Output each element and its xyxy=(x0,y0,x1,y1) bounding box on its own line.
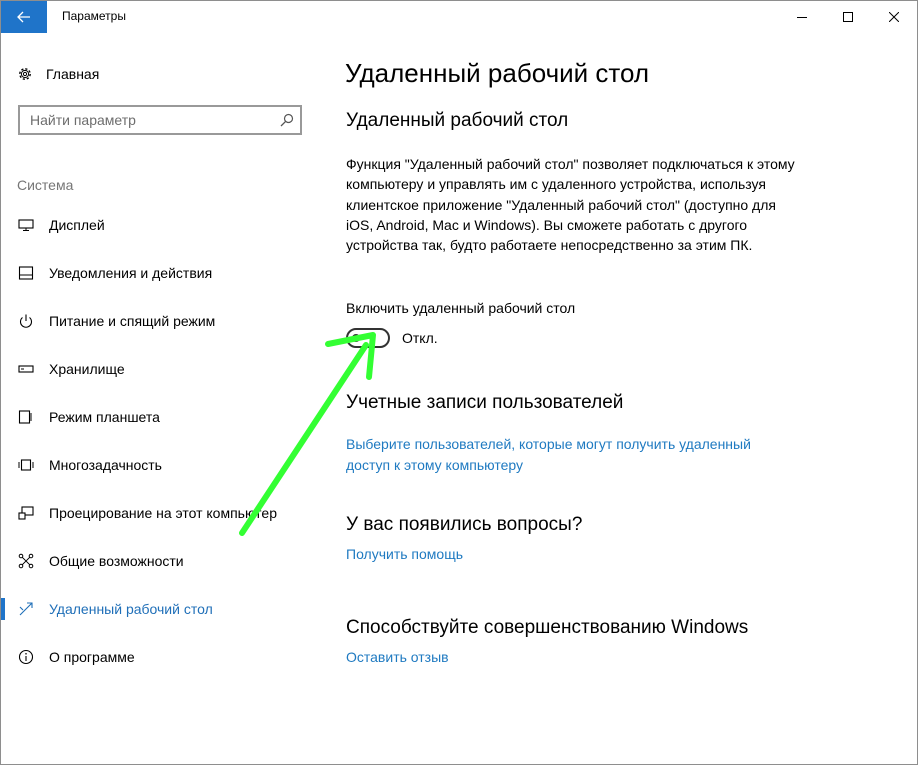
monitor-icon xyxy=(18,219,34,231)
title-bar: Параметры xyxy=(1,1,917,33)
minimize-button[interactable] xyxy=(779,1,825,33)
close-button[interactable] xyxy=(871,1,917,33)
multitasking-icon xyxy=(18,459,34,471)
sidebar-item-label: Питание и спящий режим xyxy=(49,313,216,329)
search-icon xyxy=(280,113,294,127)
back-arrow-icon xyxy=(17,11,30,23)
sidebar-item-power[interactable]: Питание и спящий режим xyxy=(1,306,321,336)
description-text: Функция "Удаленный рабочий стол" позволя… xyxy=(346,156,795,254)
sidebar-item-remote-desktop[interactable]: Удаленный рабочий стол xyxy=(1,594,321,624)
sidebar-home-label: Главная xyxy=(46,66,100,82)
tablet-icon xyxy=(18,410,32,424)
gear-icon xyxy=(19,68,31,80)
search-input[interactable] xyxy=(20,107,290,133)
sidebar-item-label: Дисплей xyxy=(49,217,105,233)
sidebar-item-label: Режим планшета xyxy=(49,409,160,425)
section-title-remote-desktop: Удаленный рабочий стол xyxy=(346,110,569,131)
settings-window: Параметры Главная Система Дисплей xyxy=(0,0,918,765)
sidebar-item-label: Уведомления и действия xyxy=(49,265,213,281)
toggle-knob xyxy=(352,334,360,342)
sidebar-item-label: О программе xyxy=(49,649,135,665)
close-icon xyxy=(889,12,899,22)
power-icon xyxy=(20,314,32,328)
remote-desktop-toggle[interactable] xyxy=(346,328,390,348)
sidebar-item-storage[interactable]: Хранилище xyxy=(1,354,321,384)
window-title: Параметры xyxy=(62,9,126,23)
section-title-improve-windows: Способствуйте совершенствованию Windows xyxy=(346,617,749,638)
sidebar-item-tablet-mode[interactable]: Режим планшета xyxy=(1,402,321,432)
sidebar-item-label: Хранилище xyxy=(49,361,125,377)
sidebar-item-about[interactable]: О программе xyxy=(1,642,321,672)
maximize-icon xyxy=(843,12,853,22)
page-title: Удаленный рабочий стол xyxy=(345,58,650,88)
select-users-link[interactable]: Выберите пользователей, которые могут по… xyxy=(346,434,796,476)
sidebar-item-notifications[interactable]: Уведомления и действия xyxy=(1,258,321,288)
sidebar-item-shared-experiences[interactable]: Общие возможности xyxy=(1,546,321,576)
sidebar-item-label: Проецирование на этот компьютер xyxy=(49,505,277,521)
toggle-state-text: Откл. xyxy=(402,330,438,346)
projecting-icon xyxy=(18,506,34,520)
sidebar-item-label: Многозадачность xyxy=(49,457,162,473)
section-label-system: Система xyxy=(17,177,74,193)
get-help-link[interactable]: Получить помощь xyxy=(346,544,463,565)
sidebar-item-multitasking[interactable]: Многозадачность xyxy=(1,450,321,480)
sidebar-home[interactable]: Главная xyxy=(17,63,99,85)
sidebar-item-label: Удаленный рабочий стол xyxy=(49,601,213,617)
sidebar-item-label: Общие возможности xyxy=(49,553,184,569)
shared-experiences-icon xyxy=(18,553,34,569)
maximize-button[interactable] xyxy=(825,1,871,33)
search-box[interactable] xyxy=(18,105,302,135)
minimize-icon xyxy=(797,17,807,18)
toggle-label: Включить удаленный рабочий стол xyxy=(346,300,576,316)
back-button[interactable] xyxy=(1,1,47,33)
sidebar-item-display[interactable]: Дисплей xyxy=(1,210,321,240)
notification-icon xyxy=(18,266,34,280)
info-icon xyxy=(18,649,34,665)
sidebar-item-projecting[interactable]: Проецирование на этот компьютер xyxy=(1,498,321,528)
feedback-link[interactable]: Оставить отзыв xyxy=(346,647,449,668)
section-title-user-accounts: Учетные записи пользователей xyxy=(346,392,624,413)
storage-icon xyxy=(18,365,34,373)
remote-desktop-icon xyxy=(19,602,33,616)
section-title-questions: У вас появились вопросы? xyxy=(346,514,583,535)
